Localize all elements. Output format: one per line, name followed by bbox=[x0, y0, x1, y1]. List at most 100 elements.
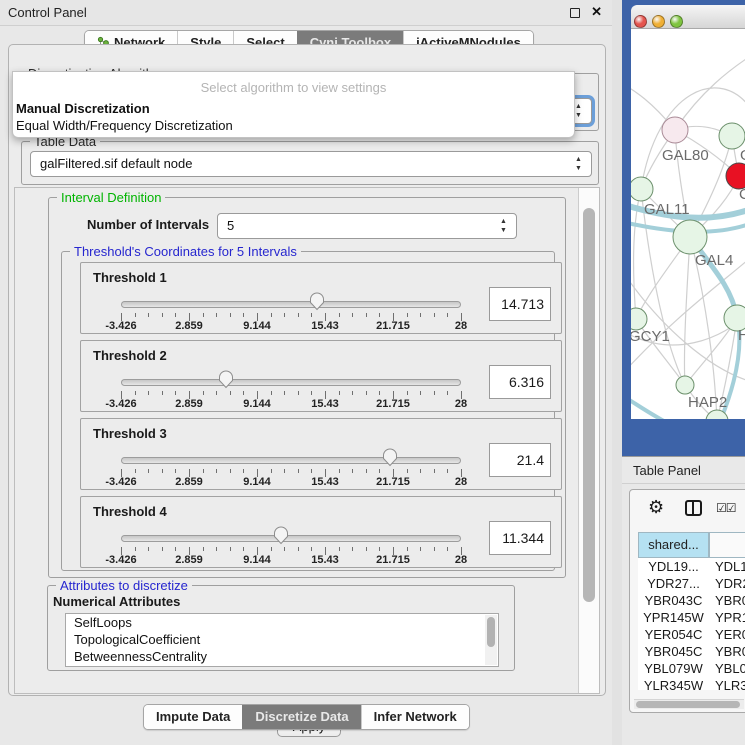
number-of-intervals-value: 5 bbox=[227, 218, 234, 233]
cell-name: YDL1 bbox=[709, 558, 745, 575]
tick-mark bbox=[216, 547, 217, 551]
minimize-traffic-light-icon[interactable] bbox=[652, 15, 665, 28]
list-scrollbar[interactable] bbox=[485, 615, 497, 665]
scale-label: 15.43 bbox=[311, 398, 339, 410]
tick-mark bbox=[284, 547, 285, 551]
tick-mark bbox=[434, 547, 435, 551]
tick-mark bbox=[230, 313, 231, 317]
number-of-intervals-label: Number of Intervals bbox=[87, 217, 209, 232]
scrollbar-thumb[interactable] bbox=[487, 617, 495, 647]
tab-infer-network[interactable]: Infer Network bbox=[361, 705, 469, 729]
table-row[interactable]: YBR045CYBR0 bbox=[638, 643, 745, 660]
table-row[interactable]: YBR043CYBR0 bbox=[638, 592, 745, 609]
tick-mark bbox=[230, 391, 231, 395]
table-row[interactable]: YDR27...YDR2 bbox=[638, 575, 745, 592]
network-node[interactable] bbox=[676, 376, 694, 394]
popup-option-manual[interactable]: Manual Discretization bbox=[16, 101, 150, 116]
tab-discretize-data[interactable]: Discretize Data bbox=[242, 705, 360, 729]
network-node[interactable] bbox=[662, 117, 688, 143]
network-node[interactable] bbox=[631, 177, 653, 201]
network-node[interactable] bbox=[673, 220, 707, 254]
cell-shared-name: YER054C bbox=[638, 626, 709, 643]
scale-label: 2.859 bbox=[175, 554, 203, 566]
scale-label: 15.43 bbox=[311, 554, 339, 566]
node-label: GAL11 bbox=[644, 201, 690, 218]
scale-label: 21.715 bbox=[376, 554, 410, 566]
network-node[interactable] bbox=[719, 123, 745, 149]
table-rows[interactable]: YDL19...YDL1YDR27...YDR2YBR043CYBR0YPR14… bbox=[638, 558, 745, 690]
close-traffic-light-icon[interactable] bbox=[634, 15, 647, 28]
tick-mark bbox=[284, 313, 285, 317]
threshold-label: Threshold 2 bbox=[93, 348, 167, 363]
zoom-traffic-light-icon[interactable] bbox=[670, 15, 683, 28]
slider-track[interactable] bbox=[121, 301, 461, 308]
tick-mark bbox=[352, 313, 353, 317]
tick-mark bbox=[148, 313, 149, 317]
settings-scrollbar[interactable] bbox=[578, 188, 599, 693]
tab-impute-data[interactable]: Impute Data bbox=[144, 705, 242, 729]
table-row[interactable]: YER054CYER0 bbox=[638, 626, 745, 643]
number-of-intervals-combobox[interactable]: 5 ▲▼ bbox=[217, 213, 517, 239]
attribute-item[interactable]: BetweennessCentrality bbox=[66, 648, 498, 665]
gear-icon[interactable]: ⚙ bbox=[648, 497, 664, 518]
scale-row: -3.4262.8599.14415.4321.71528 bbox=[121, 554, 461, 566]
table-horizontal-scrollbar[interactable] bbox=[634, 699, 744, 709]
tick-mark bbox=[271, 469, 272, 473]
scrollbar-thumb[interactable] bbox=[583, 208, 595, 602]
column-header-2[interactable]: n bbox=[709, 532, 745, 558]
table-row[interactable]: YBL079WYBL0 bbox=[638, 660, 745, 677]
float-window-icon[interactable] bbox=[570, 8, 580, 18]
attribute-item[interactable]: TopologicalCoefficient bbox=[66, 631, 498, 648]
threshold-value-field[interactable]: 14.713 bbox=[489, 287, 551, 321]
tick-mark bbox=[311, 313, 312, 317]
tick-mark bbox=[339, 547, 340, 551]
popup-option-equal-width[interactable]: Equal Width/Frequency Discretization bbox=[16, 118, 233, 133]
table-row[interactable]: YPR145WYPR1 bbox=[638, 609, 745, 626]
slider-track[interactable] bbox=[121, 535, 461, 542]
cell-shared-name: YBL079W bbox=[638, 660, 709, 677]
tick-mark bbox=[407, 469, 408, 473]
slider-handle[interactable] bbox=[218, 370, 234, 389]
column-header-1[interactable]: shared... bbox=[638, 532, 709, 558]
slider-handle[interactable] bbox=[382, 448, 398, 467]
attribute-item[interactable]: SelfLoops bbox=[66, 614, 498, 631]
slider-track[interactable] bbox=[121, 379, 461, 386]
select-columns-checkboxes-icon[interactable]: ☑☑ bbox=[716, 501, 736, 515]
cell-name: YPR1 bbox=[709, 609, 745, 626]
tick-mark bbox=[447, 391, 448, 395]
tick-mark bbox=[230, 547, 231, 551]
cell-name: YBR0 bbox=[709, 643, 745, 660]
tick-mark bbox=[148, 391, 149, 395]
slider-handle[interactable] bbox=[309, 292, 325, 311]
slider-handle[interactable] bbox=[273, 526, 289, 545]
slider-track[interactable] bbox=[121, 457, 461, 464]
tick-mark bbox=[135, 313, 136, 317]
tick-mark bbox=[148, 547, 149, 551]
table-data-combobox[interactable]: galFiltered.sif default node ▲▼ bbox=[30, 151, 592, 177]
numerical-attributes-list[interactable]: SelfLoopsTopologicalCoefficientBetweenne… bbox=[65, 613, 499, 667]
columns-icon[interactable] bbox=[685, 500, 702, 516]
table-row[interactable]: YLR345WYLR3 bbox=[638, 677, 745, 690]
table-row[interactable]: YDL19...YDL1 bbox=[638, 558, 745, 575]
popup-hint: Select algorithm to view settings bbox=[13, 80, 574, 95]
tick-mark bbox=[216, 469, 217, 473]
threshold-label: Threshold 3 bbox=[93, 426, 167, 441]
scrollbar-thumb[interactable] bbox=[636, 701, 740, 708]
tick-mark bbox=[271, 391, 272, 395]
tick-mark bbox=[420, 469, 421, 473]
tick-mark bbox=[216, 313, 217, 317]
tick-mark bbox=[339, 469, 340, 473]
threshold-value-field[interactable]: 6.316 bbox=[489, 365, 551, 399]
table-data-group: Table Data galFiltered.sif default node … bbox=[21, 141, 599, 185]
tick-mark bbox=[135, 391, 136, 395]
threshold-value-field[interactable]: 21.4 bbox=[489, 443, 551, 477]
network-node[interactable] bbox=[631, 308, 647, 330]
tick-mark bbox=[434, 313, 435, 317]
threshold-value-field[interactable]: 11.344 bbox=[489, 521, 551, 555]
thresholds-group: Threshold's Coordinates for 5 Intervals … bbox=[61, 251, 555, 571]
network-canvas[interactable]: GAL80GACGAL11GAL4GCY1HHAP2 bbox=[631, 29, 745, 419]
split-pane-divider[interactable] bbox=[612, 0, 622, 745]
tick-mark bbox=[284, 391, 285, 395]
scale-row: -3.4262.8599.14415.4321.71528 bbox=[121, 476, 461, 488]
close-icon[interactable]: ✕ bbox=[591, 4, 602, 20]
